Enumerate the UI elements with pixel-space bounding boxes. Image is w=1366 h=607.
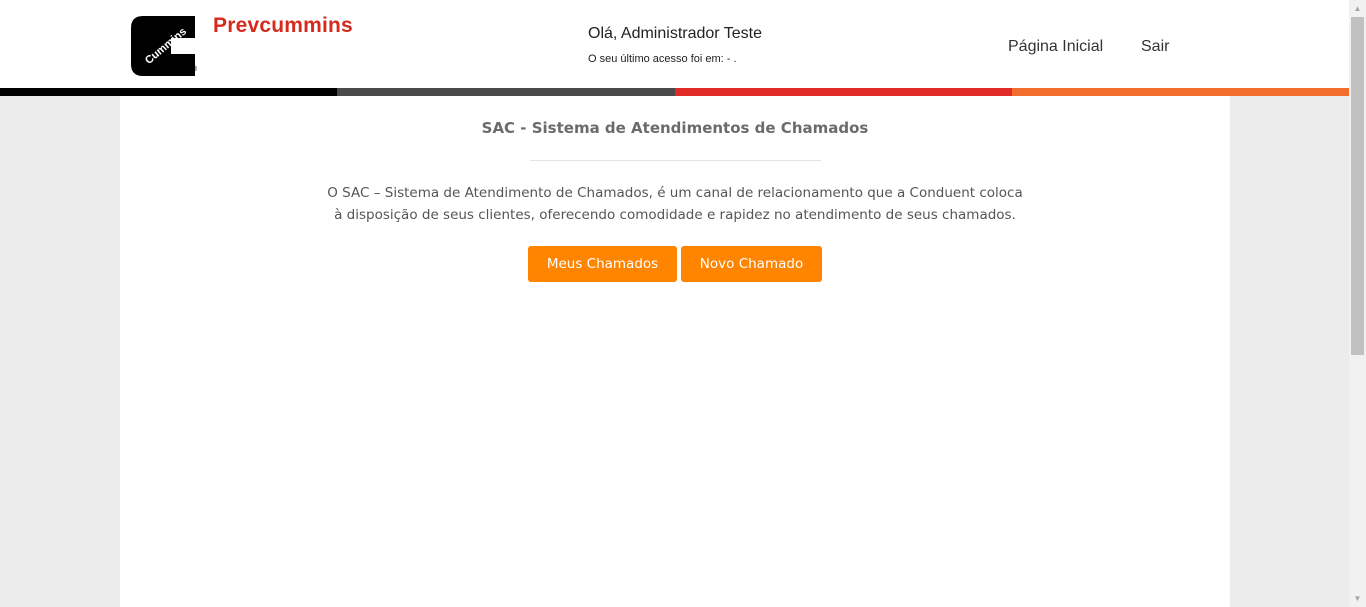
- nav-home-link[interactable]: Página Inicial: [1008, 38, 1103, 56]
- my-tickets-button[interactable]: Meus Chamados: [528, 246, 677, 282]
- scroll-down-arrow-icon[interactable]: ▼: [1349, 590, 1366, 607]
- color-stripe: [0, 88, 1349, 96]
- stripe-segment-red: [674, 88, 1012, 96]
- vertical-scrollbar[interactable]: ▲ ▼: [1349, 0, 1366, 607]
- stripe-segment-orange: [1011, 88, 1349, 96]
- scrollbar-thumb[interactable]: [1351, 17, 1364, 355]
- page: Cummins ® Prevcummins Olá, Administrador…: [0, 0, 1366, 607]
- page-title: SAC - Sistema de Atendimentos de Chamado…: [481, 119, 869, 137]
- main-content: SAC - Sistema de Atendimentos de Chamado…: [120, 96, 1230, 607]
- stripe-segment-black: [0, 88, 338, 96]
- sac-description: O SAC – Sistema de Atendimento de Chamad…: [327, 185, 1023, 223]
- site-header: Cummins ® Prevcummins Olá, Administrador…: [0, 0, 1349, 88]
- cummins-logo[interactable]: Cummins: [131, 16, 195, 76]
- stripe-segment-gray: [337, 88, 675, 96]
- logo-registered-mark: ®: [192, 66, 198, 73]
- new-ticket-button[interactable]: Novo Chamado: [681, 246, 822, 282]
- scroll-up-arrow-icon[interactable]: ▲: [1349, 0, 1366, 17]
- brand-name: Prevcummins: [213, 14, 353, 37]
- user-greeting: Olá, Administrador Teste: [588, 25, 763, 42]
- nav-logout-link[interactable]: Sair: [1141, 38, 1169, 56]
- last-access-info: O seu último acesso foi em: - .: [588, 53, 737, 65]
- title-divider: [530, 160, 821, 161]
